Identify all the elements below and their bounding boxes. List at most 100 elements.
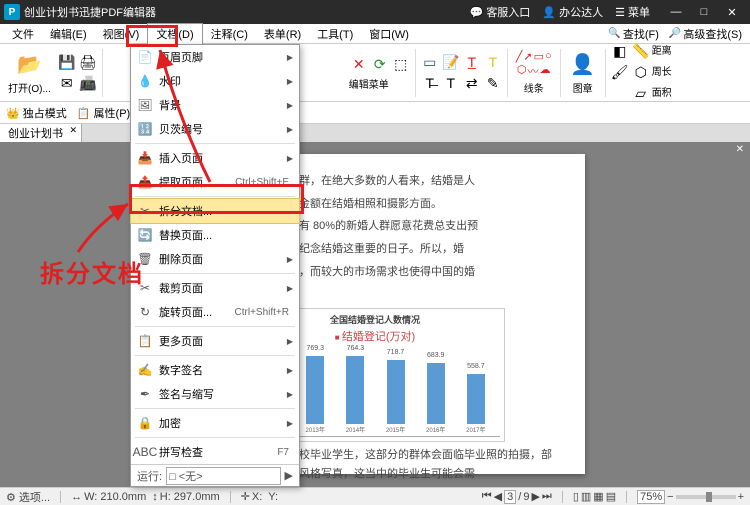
menu-item-label: 拆分文档... bbox=[159, 203, 212, 219]
line-icon[interactable]: ╱ bbox=[516, 50, 523, 63]
zoom-input[interactable]: 75% bbox=[637, 490, 665, 504]
close-doc-icon[interactable]: ✕ bbox=[736, 144, 744, 155]
zoom-icon[interactable]: ✕ bbox=[349, 54, 369, 74]
menu-item-label: 插入页面 bbox=[159, 150, 203, 166]
rect-icon[interactable]: ▭ bbox=[534, 50, 544, 63]
support-link[interactable]: 💬 客服入口 bbox=[470, 4, 531, 20]
last-page-icon[interactable]: ⏭ bbox=[542, 490, 552, 503]
mail-icon[interactable]: ✉ bbox=[57, 73, 77, 93]
menu-view[interactable]: 视图(V) bbox=[95, 24, 148, 44]
maximize-button[interactable]: □ bbox=[690, 2, 718, 22]
highlight-icon[interactable]: T̲ bbox=[462, 52, 482, 72]
menu-item-贝茨编号[interactable]: 🔢贝茨编号▶ bbox=[131, 117, 299, 141]
page-input[interactable]: 3 bbox=[504, 490, 516, 504]
close-button[interactable]: ✕ bbox=[718, 2, 746, 22]
refresh-icon[interactable]: ⟳ bbox=[370, 54, 390, 74]
author-link[interactable]: 👤 办公达人 bbox=[542, 4, 603, 20]
cursor-pos: ✛X:Y: bbox=[241, 490, 278, 503]
eraser-icon[interactable]: ◧ bbox=[610, 42, 630, 62]
document-tab[interactable]: 创业计划书 ✕ bbox=[0, 124, 82, 142]
menu-item-label: 签名与缩写 bbox=[159, 386, 214, 402]
menu-item-替换页面...[interactable]: 🔄替换页面... bbox=[131, 223, 299, 247]
stamp-group[interactable]: 👤 图章 bbox=[565, 46, 601, 100]
poly-ruler-icon[interactable]: ⬡ bbox=[631, 63, 651, 83]
insert-icon[interactable]: T bbox=[441, 73, 461, 93]
layout-book-icon[interactable]: ▤ bbox=[606, 490, 616, 503]
find-button[interactable]: 🔍查找(F) bbox=[604, 25, 663, 43]
menu-item-签名与缩写[interactable]: ✒签名与缩写▶ bbox=[131, 382, 299, 406]
cloud-icon[interactable]: ☁ bbox=[540, 63, 551, 79]
menu-item-提取页面...[interactable]: 📤提取页面...Ctrl+Shift+E bbox=[131, 170, 299, 194]
menu-file[interactable]: 文件 bbox=[4, 24, 42, 44]
menu-item-删除页面[interactable]: 🗑删除页面▶ bbox=[131, 247, 299, 271]
tool-icon[interactable]: ⬚ bbox=[391, 54, 411, 74]
print-icon[interactable]: 🖨 bbox=[78, 52, 98, 72]
zoom-slider[interactable] bbox=[676, 495, 736, 499]
ruler-icon[interactable]: 📏 bbox=[631, 42, 651, 62]
underline-icon[interactable]: T bbox=[483, 52, 503, 72]
menu-item-旋转页面...[interactable]: ↻旋转页面...Ctrl+Shift+R bbox=[131, 300, 299, 324]
exclusive-mode-button[interactable]: 👑 独占模式 bbox=[6, 105, 67, 121]
sub-toolbar: 👑 独占模式 📋 属性(P)... bbox=[0, 102, 750, 124]
menu-item-拼写检查[interactable]: ABC拼写检查F7 bbox=[131, 440, 299, 464]
pencil-icon[interactable]: ✎ bbox=[483, 73, 503, 93]
area-icon[interactable]: ▱ bbox=[631, 84, 651, 104]
menu-document[interactable]: 文档(D) bbox=[147, 23, 202, 44]
menu-item-拆分文档...[interactable]: ✂拆分文档... bbox=[131, 199, 299, 223]
chart-bar: 683.92016年 bbox=[424, 350, 448, 436]
menu-form[interactable]: 表单(R) bbox=[256, 24, 309, 44]
menu-tools[interactable]: 工具(T) bbox=[309, 24, 361, 44]
run-go-icon[interactable]: ▶ bbox=[285, 469, 293, 482]
menu-item-label: 删除页面 bbox=[159, 251, 203, 267]
scan-icon[interactable]: 📠 bbox=[78, 73, 98, 93]
menu-edit[interactable]: 编辑(E) bbox=[42, 24, 95, 44]
menu-annotate[interactable]: 注释(C) bbox=[203, 24, 256, 44]
layout-cont-icon[interactable]: ▥ bbox=[581, 490, 591, 503]
text-box-icon[interactable]: ▭ bbox=[420, 52, 440, 72]
layout-facing-icon[interactable]: ▦ bbox=[593, 490, 603, 503]
strike-icon[interactable]: T̶ bbox=[420, 73, 440, 93]
menu-item-背景[interactable]: 🖼背景▶ bbox=[131, 93, 299, 117]
first-page-icon[interactable]: ⏮ bbox=[482, 490, 492, 503]
menu-item-更多页面[interactable]: 📋更多页面▶ bbox=[131, 329, 299, 353]
brush-icon[interactable]: 🖌 bbox=[610, 63, 630, 83]
menu-item-icon: 🔄 bbox=[137, 227, 153, 243]
menu-item-裁剪页面[interactable]: ✂裁剪页面▶ bbox=[131, 276, 299, 300]
replace-icon[interactable]: ⇄ bbox=[462, 73, 482, 93]
poly-icon[interactable]: ⬡ bbox=[517, 63, 527, 79]
menu-item-label: 页眉页脚 bbox=[159, 49, 203, 65]
note-icon[interactable]: 📝 bbox=[441, 52, 461, 72]
prev-page-icon[interactable]: ◀ bbox=[494, 490, 502, 503]
open-button[interactable]: 📂 打开(O)... bbox=[4, 46, 55, 100]
menu-item-icon: ↻ bbox=[137, 304, 153, 320]
minimize-button[interactable]: — bbox=[662, 2, 690, 22]
page-total: 9 bbox=[523, 491, 529, 503]
toolbar: 📂 打开(O)... 💾🖨 ✉📠 ✕ ⟳ ⬚ 编辑菜单 ▭ 📝 T̲ T T̶ … bbox=[0, 44, 750, 102]
advanced-find-button[interactable]: 🔎高级查找(S) bbox=[665, 25, 746, 43]
menu-item-插入页面[interactable]: 📥插入页面▶ bbox=[131, 146, 299, 170]
chart-bar: 558.72017年 bbox=[464, 361, 488, 436]
save-icon[interactable]: 💾 bbox=[57, 52, 77, 72]
window-title: 创业计划书迅捷PDF编辑器 bbox=[24, 4, 470, 20]
layout-single-icon[interactable]: ▯ bbox=[573, 490, 579, 503]
menu-item-加密[interactable]: 🔒加密▶ bbox=[131, 411, 299, 435]
zoom-out-icon[interactable]: − bbox=[667, 491, 673, 503]
perim-label: 周长 bbox=[652, 63, 672, 83]
options-button[interactable]: ⚙ 选项... bbox=[6, 489, 50, 505]
document-dropdown: 📄页眉页脚▶💧水印▶🖼背景▶🔢贝茨编号▶ 📥插入页面▶📤提取页面...Ctrl+S… bbox=[130, 44, 300, 487]
close-tab-icon[interactable]: ✕ bbox=[69, 125, 77, 136]
menu-item-页眉页脚[interactable]: 📄页眉页脚▶ bbox=[131, 45, 299, 69]
menu-link[interactable]: ☰ 菜单 bbox=[615, 4, 650, 20]
run-select[interactable]: □ <无> bbox=[166, 467, 280, 485]
circle-icon[interactable]: ○ bbox=[545, 50, 552, 63]
menu-window[interactable]: 窗口(W) bbox=[361, 24, 417, 44]
next-page-icon[interactable]: ▶ bbox=[531, 490, 539, 503]
menu-item-icon: ✒ bbox=[137, 386, 153, 402]
lines-group[interactable]: ╱ ➚ ▭ ○ ⬡ 〰 ☁ 线条 bbox=[512, 46, 556, 100]
menu-item-icon: 🗑 bbox=[137, 251, 153, 267]
menu-item-水印[interactable]: 💧水印▶ bbox=[131, 69, 299, 93]
menu-item-数字签名[interactable]: ✍数字签名▶ bbox=[131, 358, 299, 382]
arrow-icon[interactable]: ➚ bbox=[523, 50, 532, 63]
zoom-in-icon[interactable]: + bbox=[738, 491, 744, 503]
curve-icon[interactable]: 〰 bbox=[528, 63, 539, 79]
